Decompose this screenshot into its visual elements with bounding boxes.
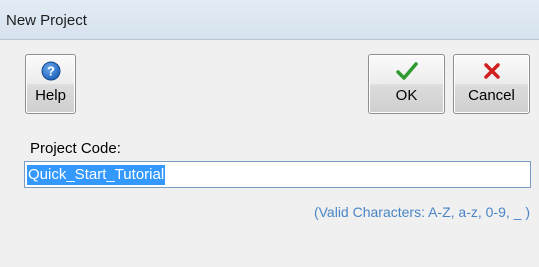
- svg-text:?: ?: [47, 64, 55, 79]
- checkmark-icon: [395, 62, 418, 80]
- project-code-label: Project Code:: [30, 140, 121, 157]
- help-button-label: Help: [35, 87, 66, 104]
- help-button[interactable]: ? Help: [25, 54, 76, 114]
- close-x-icon: [483, 63, 500, 79]
- new-project-dialog: New Project ? Help OK Cancel Project Cod…: [0, 0, 539, 267]
- valid-characters-hint: (Valid Characters: A-Z, a-z, 0-9, _ ): [313, 204, 530, 220]
- ok-button-label: OK: [395, 87, 418, 104]
- cancel-button[interactable]: Cancel: [453, 54, 530, 114]
- window-title: New Project: [6, 12, 87, 29]
- project-code-value: Quick_Start_Tutorial: [27, 165, 166, 185]
- project-code-input[interactable]: Quick_Start_Tutorial: [24, 161, 531, 188]
- ok-button[interactable]: OK: [368, 54, 445, 114]
- cancel-button-label: Cancel: [468, 87, 515, 104]
- title-bar[interactable]: New Project: [0, 0, 539, 40]
- question-circle-icon: ?: [41, 61, 60, 81]
